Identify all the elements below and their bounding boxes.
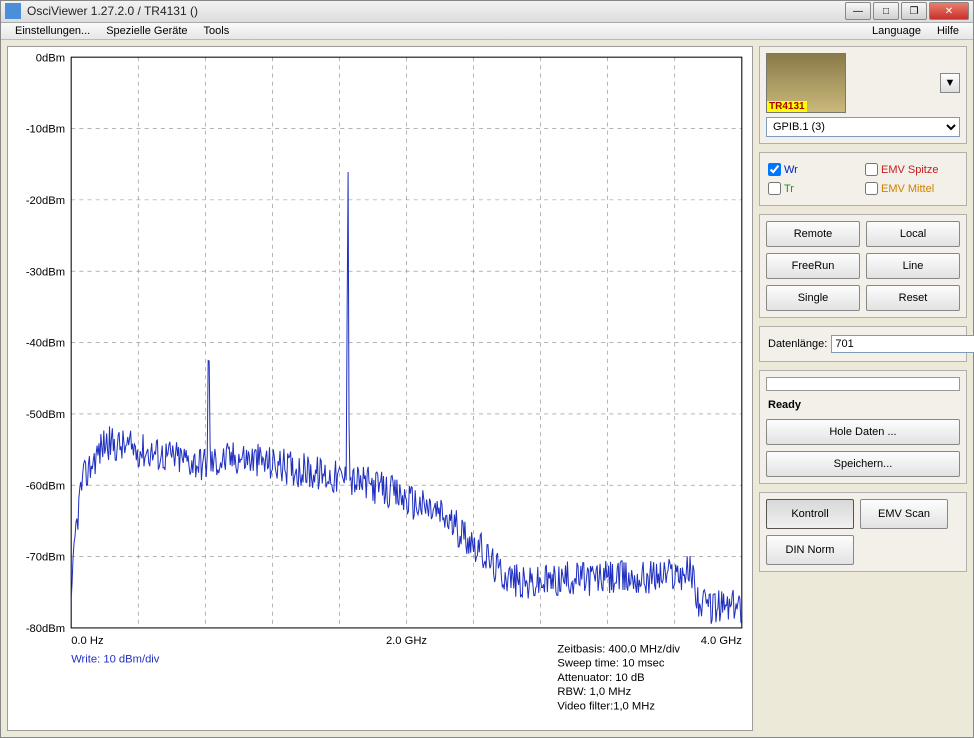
titlebar[interactable]: OsciViewer 1.27.2.0 / TR4131 () — □ ❐ ✕ <box>1 1 973 23</box>
freerun-button[interactable]: FreeRun <box>766 253 860 279</box>
maximize2-button[interactable]: ❐ <box>901 2 927 20</box>
side-panel: TR4131 ▼ GPIB.1 (3) Wr Tr EMV Spitze EMV… <box>759 46 967 731</box>
svg-text:Zeitbasis: 400.0 MHz/div: Zeitbasis: 400.0 MHz/div <box>557 644 680 656</box>
svg-text:-60dBm: -60dBm <box>26 480 65 492</box>
svg-text:Write: 10 dBm/div: Write: 10 dBm/div <box>71 654 160 666</box>
single-button[interactable]: Single <box>766 285 860 311</box>
kontroll-button[interactable]: Kontroll <box>766 499 854 529</box>
status-group: Ready Hole Daten ... Speichern... <box>759 370 967 484</box>
menu-settings[interactable]: Einstellungen... <box>7 23 98 39</box>
device-group: TR4131 ▼ GPIB.1 (3) <box>759 46 967 144</box>
svg-text:-80dBm: -80dBm <box>26 623 65 635</box>
app-icon <box>5 3 21 19</box>
reset-button[interactable]: Reset <box>866 285 960 311</box>
data-length-group: Datenlänge: <box>759 326 967 362</box>
close-button[interactable]: ✕ <box>929 2 969 20</box>
line-button[interactable]: Line <box>866 253 960 279</box>
svg-text:-20dBm: -20dBm <box>26 195 65 207</box>
device-dropdown-button[interactable]: ▼ <box>940 73 960 93</box>
svg-text:0.0 Hz: 0.0 Hz <box>71 635 104 647</box>
remote-button[interactable]: Remote <box>766 221 860 247</box>
fetch-data-button[interactable]: Hole Daten ... <box>766 419 960 445</box>
svg-text:-10dBm: -10dBm <box>26 124 65 136</box>
svg-text:Video filter:1,0 MHz: Video filter:1,0 MHz <box>557 701 655 713</box>
menu-help[interactable]: Hilfe <box>929 23 967 39</box>
local-button[interactable]: Local <box>866 221 960 247</box>
svg-text:-40dBm: -40dBm <box>26 338 65 350</box>
svg-text:-50dBm: -50dBm <box>26 409 65 421</box>
datalen-label: Datenlänge: <box>768 338 827 350</box>
control-buttons-group: Remote Local FreeRun Line Single Reset <box>759 214 967 318</box>
svg-text:0dBm: 0dBm <box>36 52 65 64</box>
svg-text:Attenuator: 10 dB: Attenuator: 10 dB <box>557 672 644 684</box>
svg-text:-70dBm: -70dBm <box>26 552 65 564</box>
menubar: Einstellungen... Spezielle Geräte Tools … <box>1 23 973 40</box>
svg-text:RBW: 1,0 MHz: RBW: 1,0 MHz <box>557 686 631 698</box>
svg-text:Sweep time: 10 msec: Sweep time: 10 msec <box>557 658 664 670</box>
check-tr[interactable]: Tr <box>768 182 861 195</box>
datalen-input[interactable] <box>831 335 974 353</box>
menu-language[interactable]: Language <box>864 23 929 39</box>
device-thumbnail: TR4131 <box>766 53 846 113</box>
window-title: OsciViewer 1.27.2.0 / TR4131 () <box>27 4 845 18</box>
app-window: OsciViewer 1.27.2.0 / TR4131 () — □ ❐ ✕ … <box>0 0 974 738</box>
minimize-button[interactable]: — <box>845 2 871 20</box>
check-emv-spitze[interactable]: EMV Spitze <box>865 163 958 176</box>
svg-text:2.0 GHz: 2.0 GHz <box>386 635 427 647</box>
maximize-button[interactable]: □ <box>873 2 899 20</box>
menu-special-devices[interactable]: Spezielle Geräte <box>98 23 195 39</box>
content-area: 0dBm -10dBm -20dBm -30dBm -40dBm -50dBm -60dBm… <box>1 40 973 737</box>
trace-checks-group: Wr Tr EMV Spitze EMV Mittel <box>759 152 967 206</box>
mode-buttons-group: Kontroll EMV Scan DIN Norm <box>759 492 967 572</box>
spectrum-plot[interactable]: 0dBm -10dBm -20dBm -30dBm -40dBm -50dBm -60dBm… <box>7 46 753 731</box>
status-text: Ready <box>766 397 960 413</box>
svg-text:4.0 GHz: 4.0 GHz <box>701 635 742 647</box>
emv-scan-button[interactable]: EMV Scan <box>860 499 948 529</box>
bus-select[interactable]: GPIB.1 (3) <box>766 117 960 137</box>
menu-tools[interactable]: Tools <box>196 23 238 39</box>
save-button[interactable]: Speichern... <box>766 451 960 477</box>
svg-text:-30dBm: -30dBm <box>26 266 65 278</box>
check-emv-mittel[interactable]: EMV Mittel <box>865 182 958 195</box>
din-norm-button[interactable]: DIN Norm <box>766 535 854 565</box>
check-wr[interactable]: Wr <box>768 163 861 176</box>
progress-bar <box>766 377 960 391</box>
